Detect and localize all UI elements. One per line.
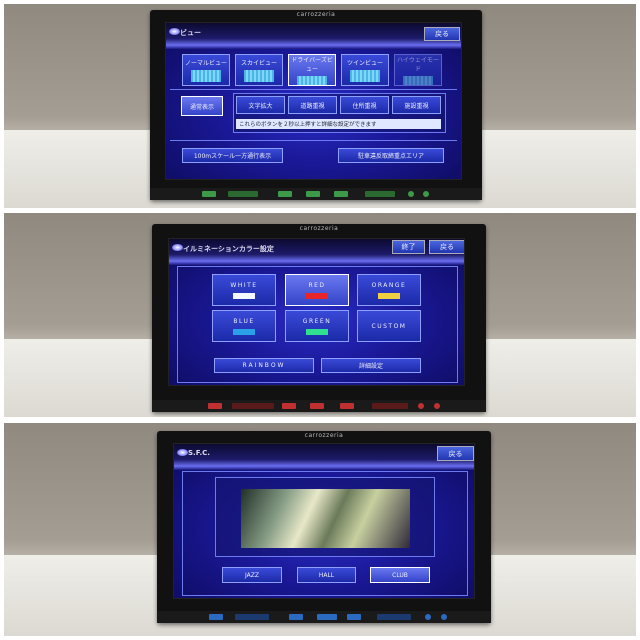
- page-title: S.F.C.: [188, 449, 210, 457]
- view-twin-button[interactable]: ツインビュー: [341, 54, 389, 86]
- color-blue-button[interactable]: BLUE: [212, 310, 276, 342]
- hardkey[interactable]: [317, 614, 337, 620]
- hardkey[interactable]: [235, 614, 269, 620]
- hardkey[interactable]: [202, 191, 216, 197]
- hardkey[interactable]: [306, 191, 320, 197]
- detail-settings-button[interactable]: 詳細設定: [321, 358, 421, 373]
- nav-unit: carrozzeria ビュー 戻る ノーマルビュー スカイビュー ドライバーズ…: [150, 10, 482, 200]
- normal-display-button[interactable]: 通常表示: [181, 96, 223, 116]
- color-custom-button[interactable]: CUSTOM: [357, 310, 421, 342]
- nav-unit: carrozzeria イルミネーションカラー設定 終了 戻る WHITE RE…: [152, 224, 486, 412]
- back-button[interactable]: 戻る: [424, 27, 460, 41]
- back-button[interactable]: 戻る: [429, 240, 464, 254]
- hardkey[interactable]: [365, 191, 395, 197]
- screen: イルミネーションカラー設定 終了 戻る WHITE RED ORANGE BLU…: [168, 238, 465, 386]
- hardkey[interactable]: [425, 614, 431, 620]
- photo-panel-view: carrozzeria ビュー 戻る ノーマルビュー スカイビュー ドライバーズ…: [4, 4, 636, 208]
- mode-address-button[interactable]: 住所重視: [340, 96, 389, 114]
- hardkey[interactable]: [441, 614, 447, 620]
- nav-unit: carrozzeria S.F.C. 戻る JAZZ HALL CLUB: [157, 431, 491, 623]
- parking-area-button[interactable]: 駐車違反取締重点エリア: [338, 148, 444, 163]
- hint-text: これらのボタンを２秒以上押すと詳細な設定ができます: [236, 119, 441, 129]
- view-thumbnail: [244, 70, 274, 82]
- hardkey[interactable]: [434, 403, 440, 409]
- sfc-club-button[interactable]: CLUB: [370, 567, 430, 583]
- mode-facility-button[interactable]: 施設重視: [392, 96, 441, 114]
- hardkey[interactable]: [408, 191, 414, 197]
- screen: ビュー 戻る ノーマルビュー スカイビュー ドライバーズビュー ツインビュー ハ…: [165, 22, 462, 180]
- hardkey[interactable]: [418, 403, 424, 409]
- mode-text-large-button[interactable]: 文字拡大: [236, 96, 285, 114]
- page-title: イルミネーションカラー設定: [183, 245, 274, 253]
- hardkey[interactable]: [282, 403, 296, 409]
- page-title: ビュー: [180, 29, 201, 37]
- header: ビュー: [166, 23, 461, 49]
- divider: [170, 140, 457, 141]
- orb-icon: [177, 449, 188, 456]
- hardkey-strip: [157, 611, 491, 623]
- header: S.F.C.: [174, 444, 474, 470]
- view-thumbnail: [191, 70, 221, 82]
- hardkey[interactable]: [310, 403, 324, 409]
- brand-logo: carrozzeria: [296, 11, 336, 18]
- hardkey-strip: [152, 400, 486, 412]
- mode-road-button[interactable]: 道路重視: [288, 96, 337, 114]
- color-swatch: [233, 328, 255, 335]
- color-swatch: [306, 328, 328, 335]
- view-highway-button[interactable]: ハイウェイモード: [394, 54, 442, 86]
- brand-logo: carrozzeria: [304, 432, 344, 439]
- view-thumbnail: [297, 76, 327, 85]
- view-sky-button[interactable]: スカイビュー: [235, 54, 283, 86]
- color-red-button[interactable]: RED: [285, 274, 349, 306]
- hardkey[interactable]: [377, 614, 411, 620]
- color-white-button[interactable]: WHITE: [212, 274, 276, 306]
- color-swatch: [306, 292, 328, 299]
- hardkey[interactable]: [340, 403, 354, 409]
- hardkey[interactable]: [278, 191, 292, 197]
- hardkey[interactable]: [289, 614, 303, 620]
- sfc-jazz-button[interactable]: JAZZ: [222, 567, 282, 583]
- hardkey[interactable]: [423, 191, 429, 197]
- divider: [170, 89, 457, 90]
- orb-icon: [169, 28, 180, 35]
- screen: S.F.C. 戻る JAZZ HALL CLUB: [173, 443, 475, 599]
- photo-panel-sfc: carrozzeria S.F.C. 戻る JAZZ HALL CLUB: [4, 423, 636, 636]
- view-thumbnail: [350, 70, 380, 82]
- hardkey-strip: [150, 188, 482, 200]
- view-thumbnail: [403, 76, 433, 85]
- color-swatch: [233, 292, 255, 299]
- brand-logo: carrozzeria: [299, 225, 339, 232]
- sfc-mode-image: [241, 489, 410, 548]
- back-button[interactable]: 戻る: [437, 446, 474, 461]
- view-normal-button[interactable]: ノーマルビュー: [182, 54, 230, 86]
- hardkey[interactable]: [209, 614, 223, 620]
- hardkey[interactable]: [208, 403, 222, 409]
- hardkey[interactable]: [228, 191, 258, 197]
- hardkey[interactable]: [347, 614, 361, 620]
- rainbow-button[interactable]: RAINBOW: [214, 358, 314, 373]
- hardkey[interactable]: [232, 403, 274, 409]
- color-green-button[interactable]: GREEN: [285, 310, 349, 342]
- orb-icon: [172, 244, 183, 251]
- oneway-display-button[interactable]: 100mスケール一方通行表示: [182, 148, 283, 163]
- end-button[interactable]: 終了: [392, 240, 425, 254]
- color-orange-button[interactable]: ORANGE: [357, 274, 421, 306]
- hardkey[interactable]: [372, 403, 408, 409]
- hardkey[interactable]: [334, 191, 348, 197]
- view-drivers-button[interactable]: ドライバーズビュー: [288, 54, 336, 86]
- photo-panel-illumination: carrozzeria イルミネーションカラー設定 終了 戻る WHITE RE…: [4, 213, 636, 417]
- color-swatch: [378, 292, 400, 299]
- sfc-hall-button[interactable]: HALL: [297, 567, 356, 583]
